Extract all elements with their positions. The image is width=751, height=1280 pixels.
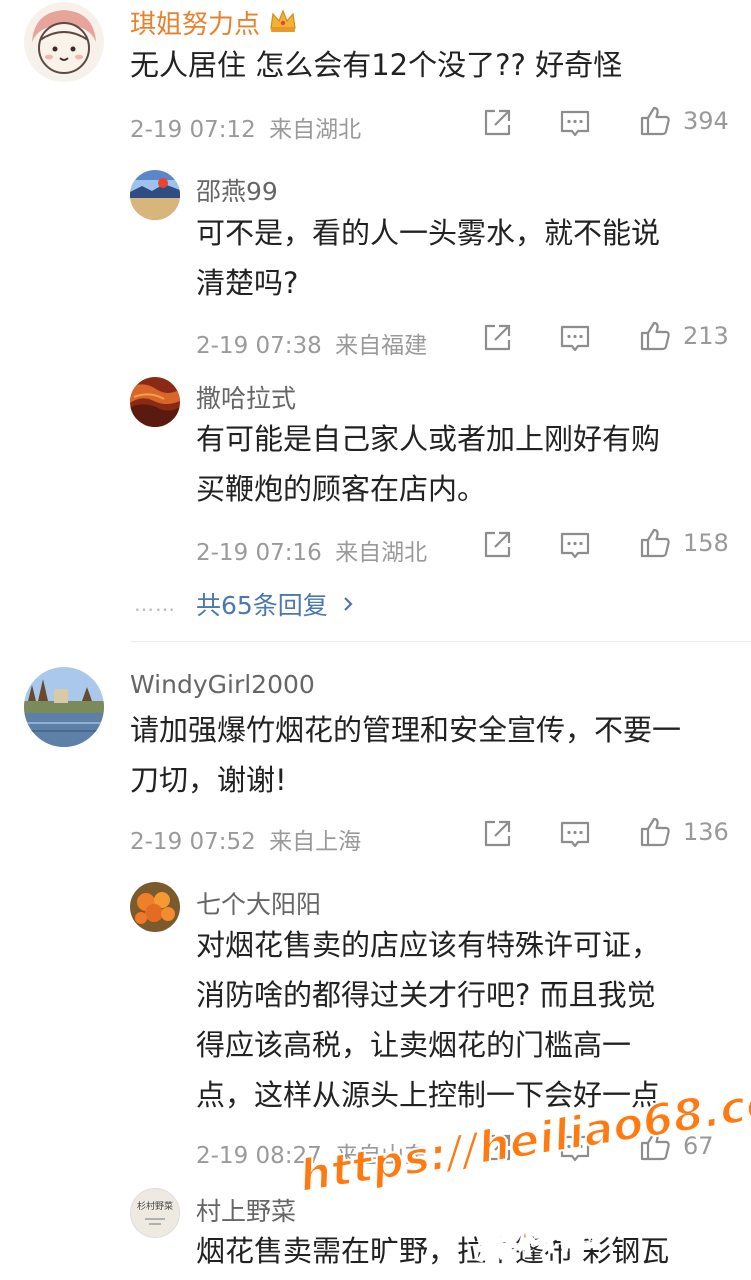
reply-username[interactable]: 七个大阳阳 [196, 885, 321, 921]
reply-text-line: 清楚吗? [196, 266, 299, 300]
view-more-replies-link[interactable]: 共65条回复 [196, 586, 358, 622]
comment-text-line: 请加强爆竹烟花的管理和安全宣传，不要一 [130, 713, 682, 747]
chevron-right-icon [344, 597, 353, 611]
reply-username[interactable]: 撒哈拉式 [196, 379, 296, 415]
comment-meta: 2-19 07:52 来自上海 [130, 822, 361, 856]
reply-location: 来自湖北 [335, 540, 428, 566]
reply-username[interactable]: 邵燕99 [196, 172, 278, 208]
like-icon [639, 320, 671, 352]
reply-meta: 2-19 07:16 来自湖北 [196, 533, 427, 567]
share-icon[interactable] [481, 529, 513, 561]
avatar[interactable] [130, 170, 180, 220]
reply-username[interactable]: 村上野菜 [196, 1192, 296, 1228]
reply-text-line: 可不是，看的人一头雾水，就不能说 [196, 216, 661, 250]
like-icon [639, 105, 671, 137]
comment-location: 来自上海 [269, 829, 362, 855]
comment-icon[interactable] [559, 322, 591, 354]
reply-text-line: 得应该高税，让卖烟花的门槛高一 [196, 1028, 632, 1062]
like-count: 394 [683, 107, 729, 135]
like-count: 158 [683, 529, 729, 557]
like-count: 136 [683, 818, 729, 846]
like-button[interactable]: 136 [639, 816, 729, 848]
comment-location: 来自湖北 [269, 117, 362, 143]
like-count: 213 [683, 322, 729, 350]
ellipsis-decoration: …… [134, 592, 176, 616]
reply-text: 有可能是自己家人或者加上刚好有购 买鞭炮的顾客在店内。 [196, 414, 660, 514]
comment-text: 无人居住 怎么会有12个没了?? 好奇怪 [130, 48, 623, 82]
reply-text-line: 买鞭炮的顾客在店内。 [196, 472, 487, 506]
reply-text: 对烟花售卖的店应该有特殊许可证， 消防啥的都得过关才行吧? 而且我觉 得应该高税… [196, 920, 660, 1120]
like-icon [639, 527, 671, 559]
like-button[interactable]: 394 [639, 105, 729, 137]
comment-icon[interactable] [559, 107, 591, 139]
avatar[interactable] [130, 377, 180, 427]
comment-text: 请加强爆竹烟花的管理和安全宣传，不要一 刀切，谢谢! [130, 705, 681, 805]
like-button[interactable]: 158 [639, 527, 729, 559]
reply-location: 来自福建 [335, 333, 428, 359]
reply-time: 2-19 07:38 [196, 333, 322, 359]
reply-text-line: 有可能是自己家人或者加上刚好有购 [196, 422, 661, 456]
reply-text-line: 对烟花售卖的店应该有特殊许可证， [196, 928, 661, 962]
comment-icon[interactable] [559, 818, 591, 850]
comment-icon[interactable] [559, 529, 591, 561]
comment-text-line: 刀切，谢谢! [130, 763, 287, 797]
avatar[interactable] [24, 667, 104, 747]
share-icon[interactable] [481, 818, 513, 850]
crown-icon [268, 8, 298, 38]
avatar[interactable] [24, 2, 104, 82]
like-button[interactable]: 213 [639, 320, 729, 352]
comment-time: 2-19 07:12 [130, 117, 256, 143]
reply-meta: 2-19 07:38 来自福建 [196, 326, 427, 360]
avatar-calligraphy: 杉村野菜 [137, 1200, 173, 1212]
more-replies-label: 共65条回复 [196, 591, 328, 620]
comment-divider [130, 641, 751, 642]
reply-text: 可不是，看的人一头雾水，就不能说 清楚吗? [196, 208, 660, 308]
comment-username[interactable]: 琪姐努力点 [130, 4, 260, 41]
like-icon [639, 816, 671, 848]
share-icon[interactable] [481, 107, 513, 139]
reply-text-line: 消防啥的都得过关才行吧? 而且我觉 [196, 978, 656, 1012]
avatar[interactable]: 杉村野菜 [130, 1188, 180, 1238]
comment-username[interactable]: WindyGirl2000 [130, 670, 315, 699]
share-icon[interactable] [481, 322, 513, 354]
comment-time: 2-19 07:52 [130, 829, 256, 855]
comment-meta: 2-19 07:12 来自湖北 [130, 110, 361, 144]
reply-time: 2-19 07:16 [196, 540, 322, 566]
avatar[interactable] [130, 882, 180, 932]
